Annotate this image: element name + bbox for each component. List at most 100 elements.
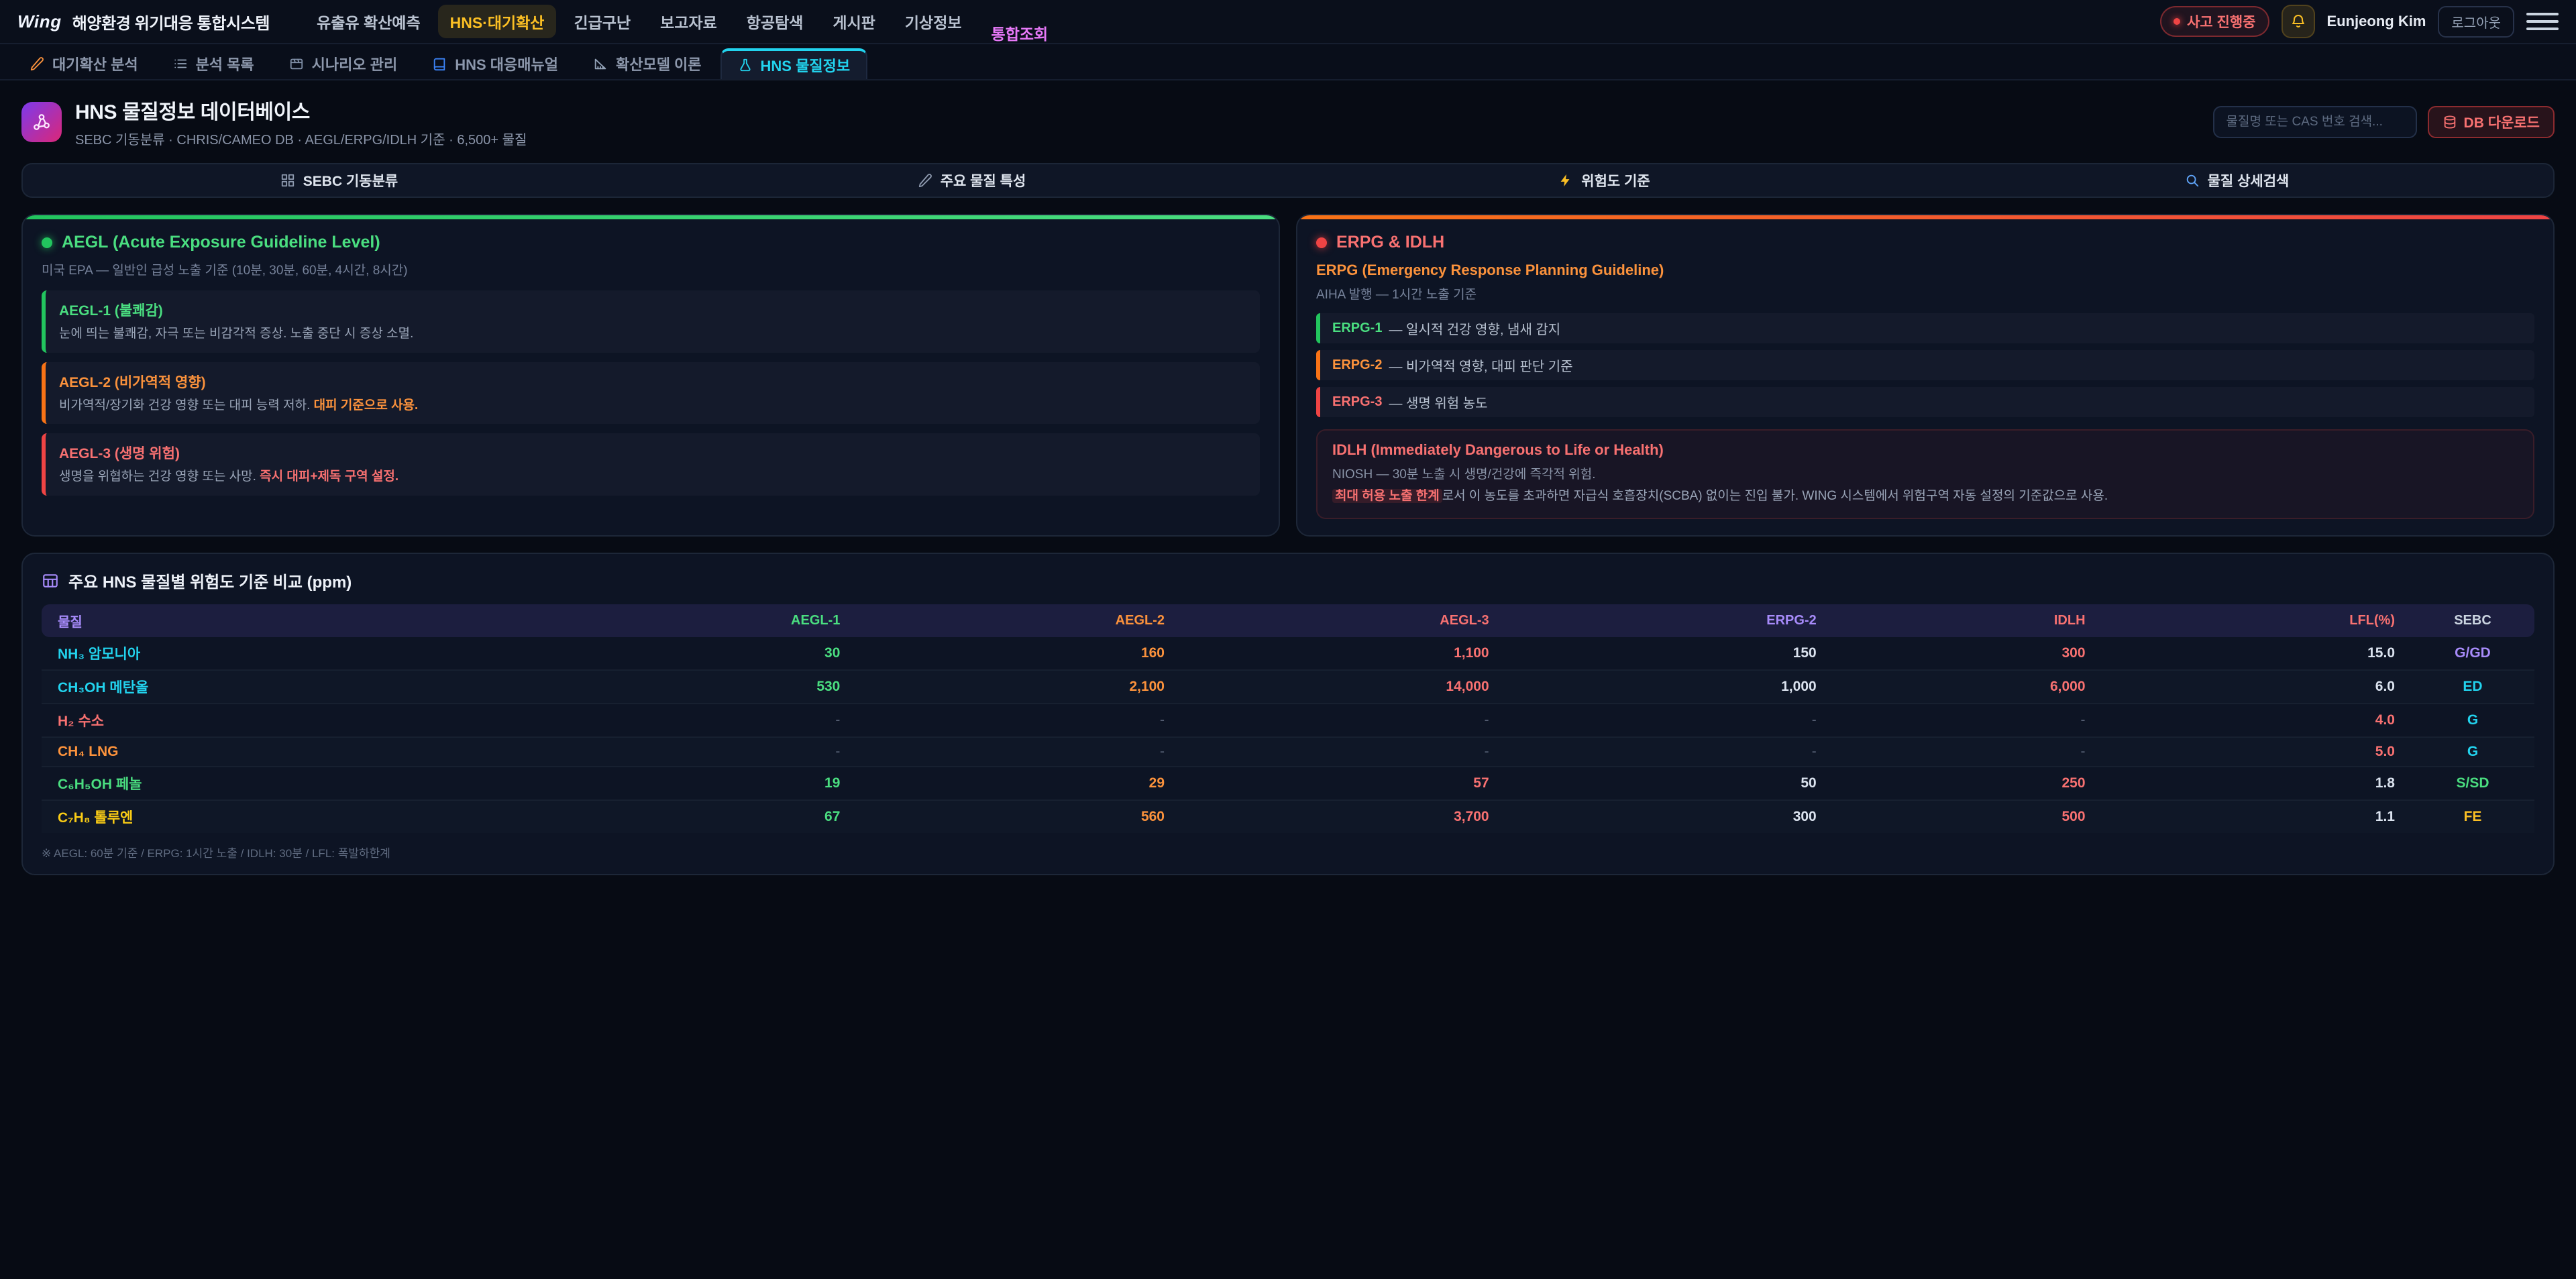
aegl1-value: - <box>532 704 857 737</box>
col-lfl: LFL(%) <box>2102 604 2411 637</box>
aegl1-value: - <box>532 737 857 767</box>
page-header: HNS 물질정보 데이터베이스 SEBC 기동분류 · CHRIS/CAMEO … <box>0 80 2576 160</box>
col-aegl3: AEGL-3 <box>1181 604 1505 637</box>
idlh-value: 6,000 <box>1833 670 2102 704</box>
idlh-heading: IDLH (Immediately Dangerous to Life or H… <box>1332 441 2518 459</box>
incident-status-badge[interactable]: 사고 진행중 <box>2160 6 2269 37</box>
aegl3-value: - <box>1181 704 1505 737</box>
erpg-title-row: ERPG & IDLH <box>1316 233 2534 252</box>
idlh-value: 500 <box>1833 800 2102 833</box>
aegl-card-subtitle: 미국 EPA — 일반인 급성 노출 기준 (10분, 30분, 60분, 4시… <box>42 260 1260 278</box>
substance-name: H₂ 수소 <box>42 704 532 737</box>
tab-hns-substance-info[interactable]: HNS 물질정보 <box>720 48 868 79</box>
user-name: Eunjeong Kim <box>2327 13 2426 30</box>
aegl3-value: - <box>1181 737 1505 767</box>
clapperboard-icon <box>289 56 304 71</box>
aegl2-value: - <box>856 704 1181 737</box>
topbar-right: 사고 진행중 Eunjeong Kim 로그아웃 <box>2160 5 2559 38</box>
erpg-level-1-name: ERPG-1 <box>1332 321 1382 336</box>
book-icon <box>432 56 447 71</box>
aegl1-value: 530 <box>532 670 857 704</box>
erpg-card-body: ERPG & IDLH ERPG (Emergency Response Pla… <box>1297 219 2553 535</box>
section-nav-label: 위험도 기준 <box>1581 170 1650 190</box>
erpg-level-1-desc: — 일시적 건강 영향, 냄새 감지 <box>1389 319 1560 338</box>
erpg-level-1-row: ERPG-1 — 일시적 건강 영향, 냄새 감지 <box>1316 313 2534 343</box>
nav-item-weather[interactable]: 기상정보 <box>893 5 974 38</box>
sebc-badge: FE <box>2411 800 2534 833</box>
erpg-heading: ERPG (Emergency Response Planning Guidel… <box>1316 262 2534 279</box>
hazard-table-card: 주요 HNS 물질별 위험도 기준 비교 (ppm) 물질 AEGL-1 AEG… <box>21 553 2555 875</box>
triangle-ruler-icon <box>593 56 608 71</box>
list-icon <box>173 56 188 71</box>
section-nav-sebc[interactable]: SEBC 기동분류 <box>23 164 655 197</box>
aegl2-value: 560 <box>856 800 1181 833</box>
section-nav-label: 물질 상세검색 <box>2208 170 2290 190</box>
tab-model-theory[interactable]: 확산모델 이론 <box>577 48 718 79</box>
nav-item-board[interactable]: 게시판 <box>820 5 887 38</box>
nav-item-oil-spill[interactable]: 유출유 확산예측 <box>305 5 433 38</box>
nav-item-rescue[interactable]: 긴급구난 <box>561 5 643 38</box>
pencil-icon <box>918 173 932 188</box>
logout-button[interactable]: 로그아웃 <box>2438 6 2514 38</box>
nav-item-hns-dispersion[interactable]: HNS·대기확산 <box>438 5 557 38</box>
page-title: HNS 물질정보 데이터베이스 <box>75 95 527 125</box>
aegl3-value: 14,000 <box>1181 670 1505 704</box>
aegl-card-body: AEGL (Acute Exposure Guideline Level) 미국… <box>23 219 1279 531</box>
notifications-button[interactable] <box>2282 5 2315 38</box>
aegl2-value: 2,100 <box>856 670 1181 704</box>
section-nav-detail-search[interactable]: 물질 상세검색 <box>1921 164 2553 197</box>
section-nav-label: SEBC 기동분류 <box>303 170 398 190</box>
sebc-badge: S/SD <box>2411 767 2534 800</box>
pencil-icon <box>30 56 44 71</box>
col-idlh: IDLH <box>1833 604 2102 637</box>
nav-item-reports[interactable]: 보고자료 <box>648 5 729 38</box>
section-nav-properties[interactable]: 주요 물질 특성 <box>655 164 1288 197</box>
idlh-value: 300 <box>1833 637 2102 670</box>
table-footnote: ※ AEGL: 60분 기준 / ERPG: 1시간 노출 / IDLH: 30… <box>42 844 2534 860</box>
aegl-level-3-name: AEGL-3 (생명 위험) <box>59 443 1246 463</box>
incident-dot-icon <box>2174 18 2180 25</box>
hazard-table-title: 주요 HNS 물질별 위험도 기준 비교 (ppm) <box>68 569 352 592</box>
idlh-value: - <box>1833 704 2102 737</box>
brand[interactable]: Wing 해양환경 위기대응 통합시스템 <box>17 10 270 34</box>
erpg2-value: - <box>1505 704 1833 737</box>
table-row-phenol: C₆H₅OH 페놀 19 29 57 50 250 1.8 S/SD <box>42 767 2534 800</box>
sebc-badge: G/GD <box>2411 637 2534 670</box>
aegl2-value: - <box>856 737 1181 767</box>
table-row-methanol: CH₃OH 메탄올 530 2,100 14,000 1,000 6,000 6… <box>42 670 2534 704</box>
tab-label: 분석 목록 <box>196 53 254 74</box>
nav-item-aerial-search[interactable]: 항공탐색 <box>735 5 816 38</box>
hamburger-icon <box>2526 13 2559 15</box>
tab-analysis-list[interactable]: 분석 목록 <box>157 48 270 79</box>
tab-scenario-management[interactable]: 시나리오 관리 <box>273 48 414 79</box>
aegl-title-row: AEGL (Acute Exposure Guideline Level) <box>42 233 1260 252</box>
erpg2-value: 150 <box>1505 637 1833 670</box>
page-icon <box>21 102 62 142</box>
erpg2-value: - <box>1505 737 1833 767</box>
header-row: 물질 AEGL-1 AEGL-2 AEGL-3 ERPG-2 IDLH LFL(… <box>42 604 2534 637</box>
database-icon <box>2443 115 2457 129</box>
col-sebc: SEBC <box>2411 604 2534 637</box>
section-nav-label: 주요 물질 특성 <box>941 170 1026 190</box>
green-dot-icon <box>42 237 52 248</box>
hamburger-menu-button[interactable] <box>2526 7 2559 36</box>
substance-search-input[interactable] <box>2213 106 2417 138</box>
section-nav-hazard-criteria[interactable]: 위험도 기준 <box>1288 164 1921 197</box>
tab-hns-manual[interactable]: HNS 대응매뉴얼 <box>416 48 574 79</box>
aegl-level-2-desc-text: 비가역적/장기화 건강 영향 또는 대피 능력 저하. <box>59 398 310 412</box>
col-aegl2: AEGL-2 <box>856 604 1181 637</box>
molecule-icon <box>32 112 52 132</box>
aegl-level-3-box: AEGL-3 (생명 위험) 생명을 위협하는 건강 영향 또는 사망. 즉시 … <box>42 433 1260 496</box>
nav-item-integrated-search[interactable]: 통합조회 <box>979 16 1061 27</box>
aegl1-value: 30 <box>532 637 857 670</box>
erpg-level-2-desc: — 비가역적 영향, 대피 판단 기준 <box>1389 355 1572 375</box>
tab-dispersion-analysis[interactable]: 대기확산 분석 <box>13 48 154 79</box>
hazard-table-body: 주요 HNS 물질별 위험도 기준 비교 (ppm) 물질 AEGL-1 AEG… <box>23 554 2553 874</box>
tab-label: 대기확산 분석 <box>52 53 138 74</box>
hazard-table: 물질 AEGL-1 AEGL-2 AEGL-3 ERPG-2 IDLH LFL(… <box>42 604 2534 833</box>
substance-name: CH₄ LNG <box>42 737 532 767</box>
page-subtitle: SEBC 기동분류 · CHRIS/CAMEO DB · AEGL/ERPG/I… <box>75 129 527 148</box>
substance-name: C₇H₈ 톨루엔 <box>42 800 532 833</box>
db-download-label: DB 다운로드 <box>2464 112 2540 132</box>
db-download-button[interactable]: DB 다운로드 <box>2428 106 2555 138</box>
